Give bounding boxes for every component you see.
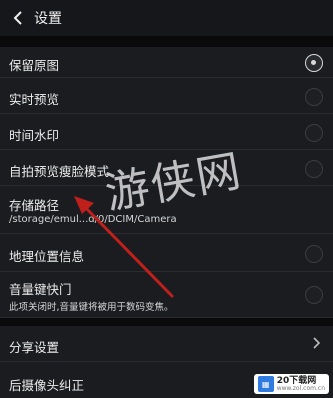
brand-logo: ▦ 20下载网 www.zol.com.cn (253, 374, 329, 394)
setting-label: 自拍预览瘦脸模式 (9, 164, 110, 179)
app-header: 设置 (0, 0, 333, 37)
chevron-left-icon (13, 11, 22, 25)
setting-time-watermark[interactable]: 时间水印 (0, 114, 333, 150)
selfie-preview-beauty-toggle[interactable] (305, 160, 323, 178)
time-watermark-toggle[interactable] (305, 124, 323, 142)
storage-path-value: /storage/emul...d/0/DCIM/Camera (9, 214, 177, 225)
setting-volume-shutter[interactable]: 音量键快门 此项关闭时,音量键将被用于数码变焦。 (0, 272, 333, 318)
setting-keep-original[interactable]: 保留原图 (0, 47, 333, 78)
chevron-right-icon (313, 337, 321, 349)
section-divider (0, 37, 333, 47)
setting-label: 音量键快门 (9, 282, 72, 297)
page-title: 设置 (34, 11, 62, 27)
keep-original-toggle[interactable] (305, 54, 323, 72)
back-button[interactable] (6, 11, 30, 25)
volume-shutter-toggle[interactable] (305, 286, 323, 304)
setting-realtime-preview[interactable]: 实时预览 (0, 78, 333, 114)
brand-url: www.zol.com.cn (276, 384, 325, 392)
location-info-toggle[interactable] (305, 245, 323, 263)
realtime-preview-toggle[interactable] (305, 88, 323, 106)
section-divider (0, 318, 333, 326)
setting-label: 存储路径 (9, 198, 60, 213)
setting-label: 实时预览 (9, 92, 60, 107)
setting-location-info[interactable]: 地理位置信息 (0, 234, 333, 272)
setting-share[interactable]: 分享设置 (0, 326, 333, 362)
setting-label: 分享设置 (9, 340, 60, 355)
setting-label: 时间水印 (9, 128, 60, 143)
setting-label: 保留原图 (9, 58, 60, 73)
setting-label: 地理位置信息 (9, 249, 85, 264)
volume-shutter-description: 此项关闭时,音量键将被用于数码变焦。 (9, 302, 174, 313)
setting-label: 后摄像头纠正 (9, 378, 85, 393)
brand-logo-icon: ▦ (257, 376, 274, 392)
